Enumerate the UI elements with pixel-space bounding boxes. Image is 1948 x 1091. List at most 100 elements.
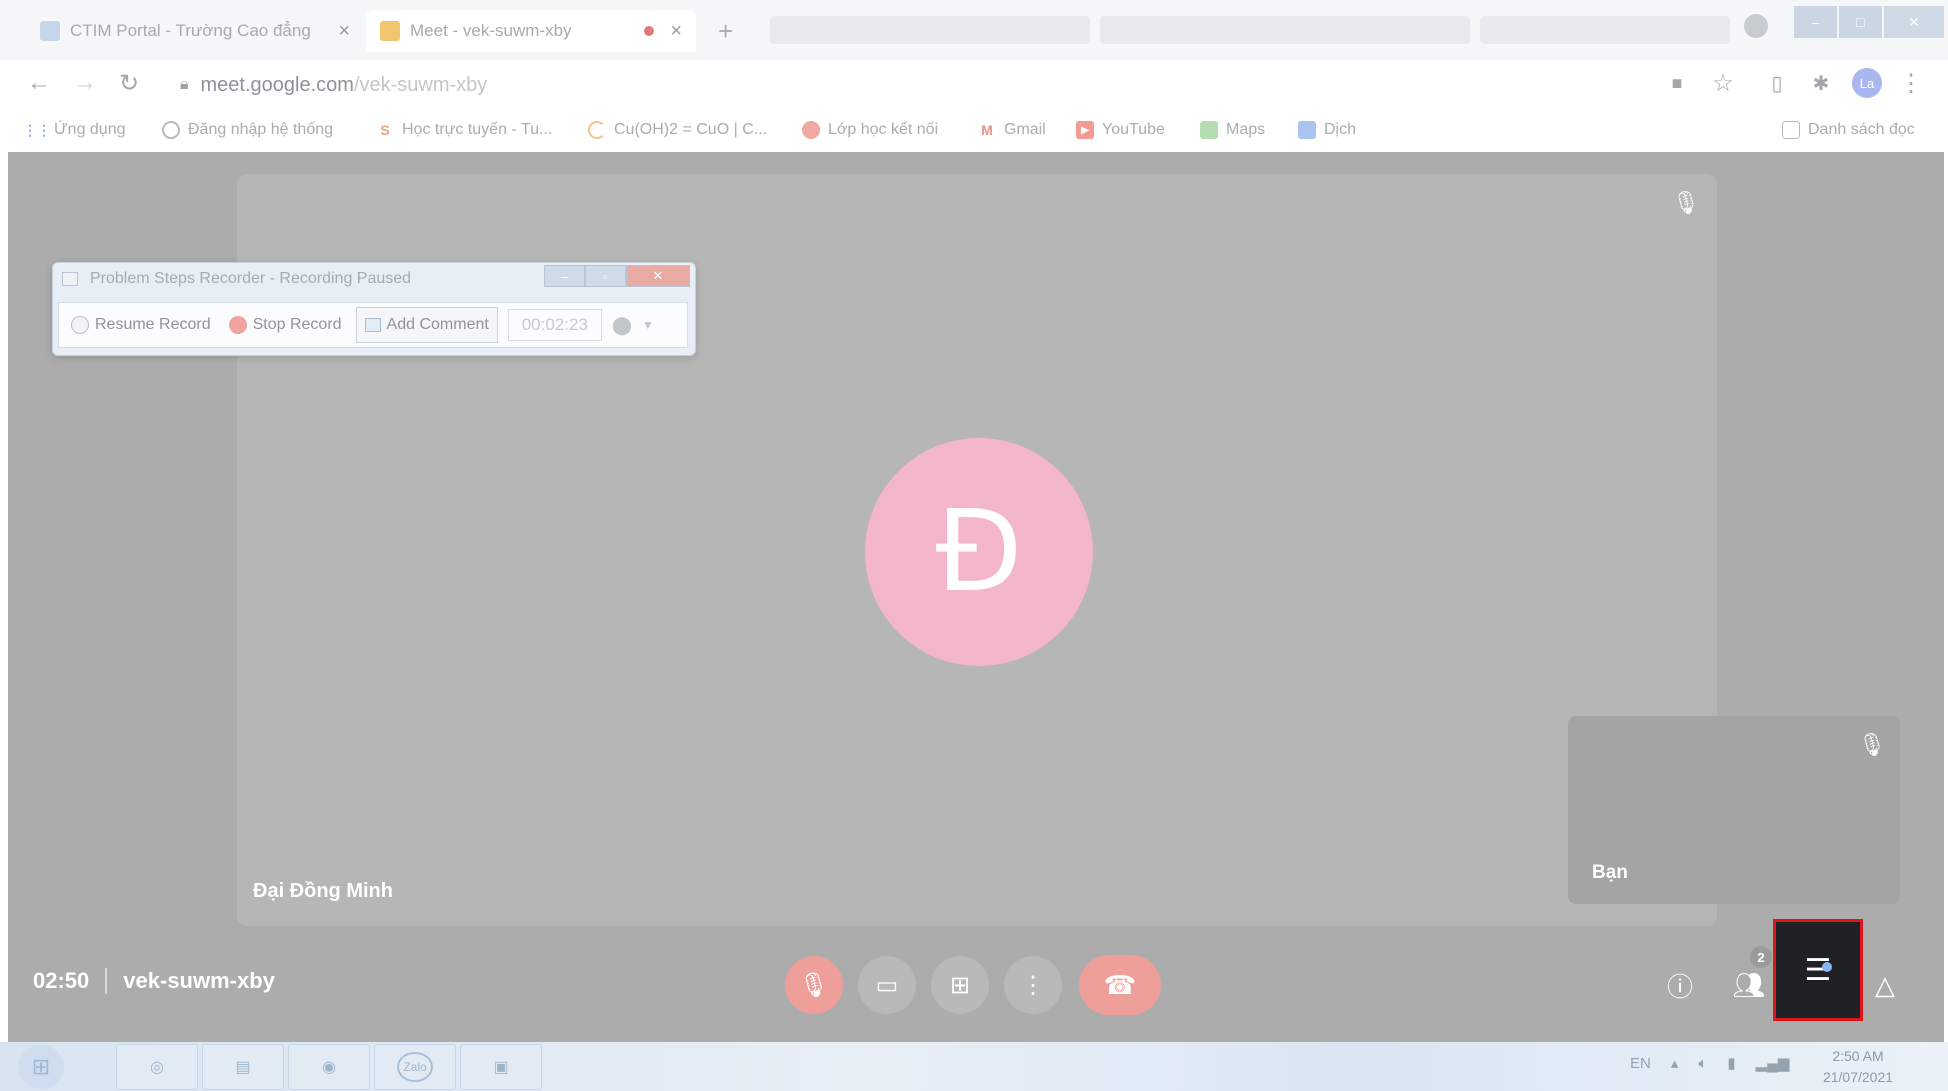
participant-avatar: Đ: [865, 438, 1093, 666]
language-indicator[interactable]: EN: [1630, 1055, 1651, 1072]
tab-search-icon[interactable]: [1744, 14, 1768, 38]
psr-window-controls: – ▫ ✕: [544, 265, 690, 287]
shapes-icon: △: [1875, 969, 1895, 1000]
network-signal-icon[interactable]: ▂▄▆: [1756, 1054, 1790, 1072]
comment-icon: [364, 318, 381, 332]
system-tray: EN ▴ 🔈︎ ▮ ▂▄▆: [1630, 1054, 1790, 1073]
bookmark-chemistry[interactable]: Cu(OH)2 = CuO | C...: [588, 114, 767, 146]
more-vert-icon: ⋮: [1021, 971, 1045, 999]
taskbar-app-psr[interactable]: ▣: [460, 1044, 542, 1090]
resume-record-button[interactable]: Resume Record: [67, 307, 215, 343]
bookmark-login[interactable]: Đăng nhập hệ thống: [162, 114, 333, 146]
divider: [105, 968, 108, 994]
back-icon[interactable]: ←: [22, 66, 56, 100]
bookmark-maps[interactable]: Maps: [1200, 114, 1265, 146]
volume-icon[interactable]: 🔈︎: [1698, 1055, 1707, 1072]
power-icon[interactable]: ▮: [1727, 1054, 1735, 1072]
present-screen-button[interactable]: ⊞: [931, 956, 989, 1014]
translate-icon: [1298, 121, 1316, 139]
psr-toolbar: Resume Record Stop Record Add Comment 00…: [58, 302, 688, 348]
windows-logo-icon: ⊞: [31, 1054, 51, 1079]
add-comment-button[interactable]: Add Comment: [355, 307, 498, 343]
clock-date: 21/07/2021: [1822, 1069, 1894, 1085]
school-icon: [802, 121, 820, 139]
help-icon[interactable]: ⬤: [612, 315, 632, 336]
blurred-tab-group: [1480, 16, 1730, 44]
window-close-icon[interactable]: ✕: [1883, 6, 1944, 38]
play-icon: [71, 316, 89, 334]
leave-call-button[interactable]: ☎︎: [1079, 955, 1161, 1015]
blurred-tab-group: [770, 16, 1090, 44]
address-bar[interactable]: 🔒︎ meet.google.com/vek-suwm-xby: [180, 67, 487, 103]
participant-count-badge: 2: [1750, 946, 1772, 968]
globe-icon: [162, 121, 180, 139]
meet-favicon-icon: [380, 21, 400, 41]
tab-close-icon[interactable]: ×: [670, 20, 682, 43]
tab-ctim-portal[interactable]: CTIM Portal - Trường Cao đẳng ×: [26, 10, 364, 52]
stop-icon: [228, 316, 247, 334]
folder-icon: ▤: [235, 1059, 251, 1076]
steps-recorder-icon: ▣: [493, 1059, 509, 1076]
bookmark-star-icon[interactable]: ☆: [1706, 66, 1740, 100]
stop-record-button[interactable]: Stop Record: [225, 307, 346, 343]
chevron-down-icon[interactable]: ▼: [642, 318, 654, 332]
tab-close-icon[interactable]: ×: [338, 20, 350, 43]
bookmark-online-learning[interactable]: S Học trực tuyến - Tu...: [376, 114, 552, 146]
muted-mic-icon: 🎙︎: [1858, 732, 1886, 757]
bookmark-label: Maps: [1226, 121, 1266, 138]
bookmark-label: YouTube: [1102, 121, 1165, 138]
start-button[interactable]: ⊞: [18, 1045, 64, 1089]
reading-list[interactable]: Danh sách đọc: [1782, 114, 1915, 146]
chat-button[interactable]: ☰: [1773, 919, 1863, 1021]
window-controls: – □ ✕: [1794, 6, 1944, 38]
new-tab-button[interactable]: +: [718, 16, 733, 47]
chrome-icon: ◉: [322, 1059, 336, 1076]
taskbar-app-explorer[interactable]: ▤: [202, 1044, 284, 1090]
maximize-icon[interactable]: □: [1838, 6, 1882, 38]
bookmark-translate[interactable]: Dịch: [1298, 114, 1356, 146]
meeting-info-button[interactable]: ⓘ: [1655, 960, 1705, 1010]
taskbar-clock[interactable]: 2:50 AM 21/07/2021: [1818, 1046, 1898, 1088]
recording-dot-icon: [644, 26, 655, 36]
meeting-code: vek-suwm-xby: [123, 968, 275, 993]
psr-close-icon[interactable]: ✕: [625, 265, 690, 287]
camera-toggle-button[interactable]: ▭: [858, 956, 916, 1014]
bookmark-label: Gmail: [1004, 121, 1046, 138]
bookmark-label: Dịch: [1324, 121, 1357, 138]
bookmark-label: Đăng nhập hệ thống: [188, 121, 334, 138]
stop-record-label: Stop Record: [252, 316, 342, 333]
bookmark-apps[interactable]: ⋮⋮ Ứng dụng: [23, 114, 126, 146]
participants-button[interactable]: 👥︎: [1724, 960, 1774, 1010]
psr-restore-icon[interactable]: ▫: [584, 265, 626, 287]
add-comment-label: Add Comment: [386, 316, 489, 333]
more-options-button[interactable]: ⋮: [1004, 956, 1062, 1014]
present-icon: ⊞: [949, 971, 971, 999]
lock-icon: 🔒︎: [180, 76, 189, 93]
minimize-icon[interactable]: –: [1794, 6, 1837, 38]
bookmark-gmail[interactable]: M Gmail: [978, 114, 1046, 146]
browser-menu-icon[interactable]: ⋮: [1894, 66, 1928, 100]
self-view-name: Bạn: [1592, 862, 1628, 883]
psr-minimize-icon[interactable]: –: [544, 265, 585, 287]
resume-record-label: Resume Record: [95, 316, 211, 333]
taskbar-app-coccoc[interactable]: ◎: [116, 1044, 198, 1090]
loading-icon: [588, 121, 606, 139]
meeting-time: 02:50: [33, 968, 90, 993]
psr-app-icon: [62, 272, 78, 286]
microphone-toggle-button[interactable]: 🎙︎: [785, 956, 843, 1014]
tab-title: Meet - vek-suwm-xby: [410, 21, 572, 40]
bookmark-youtube[interactable]: ▶ YouTube: [1076, 114, 1165, 146]
tray-expand-icon[interactable]: ▴: [1671, 1054, 1679, 1072]
forward-icon[interactable]: →: [68, 66, 102, 100]
apps-icon: ⋮⋮: [23, 121, 51, 138]
camera-in-use-icon[interactable]: ■: [1660, 66, 1694, 100]
reload-icon[interactable]: ↻: [112, 66, 146, 100]
taskbar-app-chrome[interactable]: ◉: [288, 1044, 370, 1090]
profile-avatar[interactable]: La: [1852, 68, 1882, 98]
bookmark-class[interactable]: Lớp học kết nối: [802, 114, 938, 146]
extensions-puzzle-icon[interactable]: ✱: [1804, 66, 1838, 100]
activities-button[interactable]: △: [1860, 960, 1910, 1010]
extension-icon[interactable]: ▯: [1760, 66, 1794, 100]
tab-meet[interactable]: Meet - vek-suwm-xby ×: [366, 10, 696, 52]
taskbar-app-zalo[interactable]: Zalo: [374, 1044, 456, 1090]
